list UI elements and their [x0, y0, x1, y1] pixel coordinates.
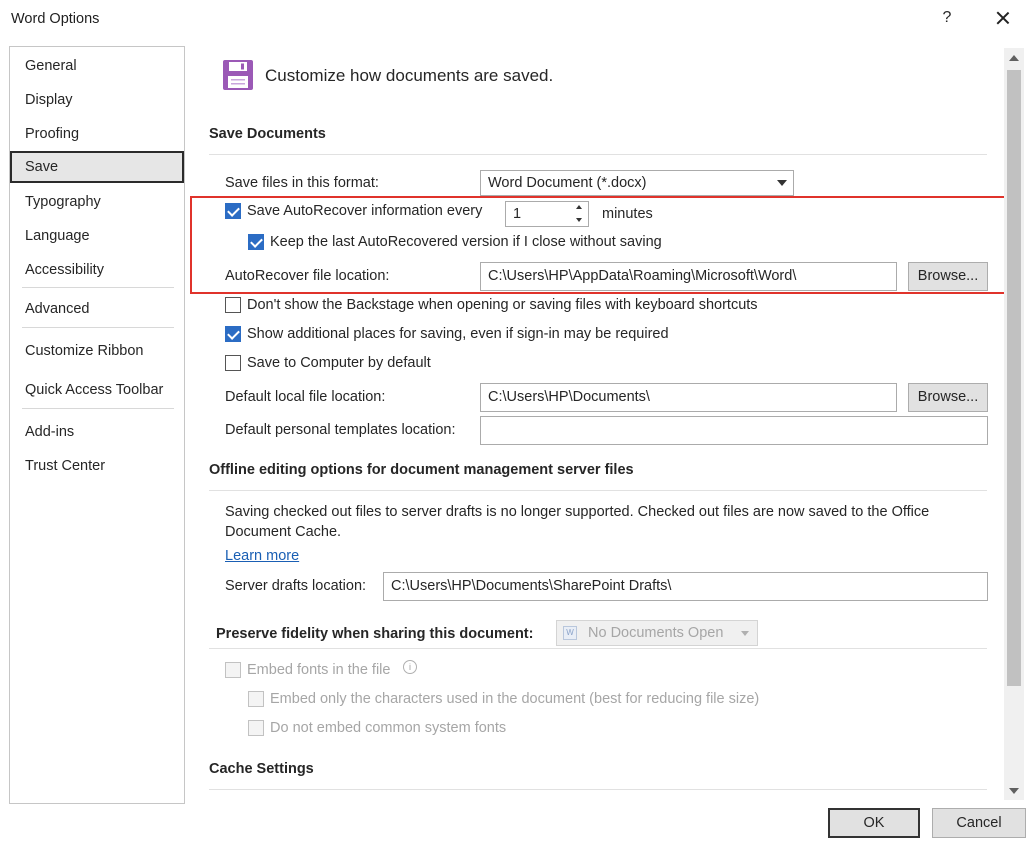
- section-title-save-documents: Save Documents: [209, 126, 326, 142]
- no-common-fonts-checkbox: [248, 720, 264, 736]
- section-title-cache-settings: Cache Settings: [209, 761, 314, 777]
- nav-item-accessibility[interactable]: Accessibility: [10, 254, 184, 286]
- embed-only-used-checkbox: [248, 691, 264, 707]
- fidelity-document-select: W No Documents Open: [556, 620, 758, 646]
- nav-item-quick-access-toolbar[interactable]: Quick Access Toolbar: [10, 374, 184, 406]
- window-title: Word Options: [11, 11, 100, 27]
- nav-divider: [22, 327, 174, 328]
- embed-only-used-label: Embed only the characters used in the do…: [270, 691, 760, 707]
- nav-item-add-ins[interactable]: Add-ins: [10, 416, 184, 448]
- format-label: Save files in this format:: [225, 175, 379, 191]
- default-templates-location-label: Default personal templates location:: [225, 422, 456, 438]
- nav-item-proofing[interactable]: Proofing: [10, 118, 184, 150]
- default-templates-location-input[interactable]: [480, 416, 988, 445]
- highlight-box: [190, 196, 1007, 294]
- default-local-location-label: Default local file location:: [225, 389, 386, 405]
- nav-item-display[interactable]: Display: [10, 84, 184, 116]
- nav-item-typography[interactable]: Typography: [10, 186, 184, 218]
- scroll-down-icon[interactable]: [1009, 788, 1019, 794]
- page-heading: Customize how documents are saved.: [265, 66, 554, 85]
- nav-item-language[interactable]: Language: [10, 220, 184, 252]
- section-divider: [209, 154, 987, 155]
- dont-show-backstage-label: Don't show the Backstage when opening or…: [247, 297, 758, 313]
- chevron-down-icon: [741, 631, 749, 636]
- section-divider: [209, 648, 987, 649]
- format-select-value: Word Document (*.docx): [488, 175, 647, 191]
- learn-more-link[interactable]: Learn more: [225, 548, 299, 564]
- offline-description-line2: Document Cache.: [225, 524, 342, 540]
- scrollbar-thumb[interactable]: [1007, 70, 1021, 686]
- embed-fonts-label: Embed fonts in the file: [247, 662, 391, 678]
- chevron-down-icon: [777, 180, 787, 186]
- word-document-icon: W: [563, 626, 577, 640]
- help-button[interactable]: ?: [940, 9, 954, 27]
- server-drafts-input[interactable]: C:\Users\HP\Documents\SharePoint Drafts\: [383, 572, 988, 601]
- dont-show-backstage-checkbox[interactable]: [225, 297, 241, 313]
- save-to-computer-label: Save to Computer by default: [247, 355, 431, 371]
- nav-item-customize-ribbon[interactable]: Customize Ribbon: [10, 335, 184, 367]
- scroll-up-icon[interactable]: [1009, 55, 1019, 61]
- nav-divider: [22, 408, 174, 409]
- default-local-browse-button[interactable]: Browse...: [908, 383, 988, 412]
- server-drafts-label: Server drafts location:: [225, 578, 367, 594]
- cancel-button[interactable]: Cancel: [932, 808, 1026, 838]
- nav-divider: [22, 287, 174, 288]
- no-common-fonts-label: Do not embed common system fonts: [270, 720, 507, 736]
- format-select[interactable]: Word Document (*.docx): [480, 170, 794, 196]
- embed-fonts-checkbox: [225, 662, 241, 678]
- options-nav: General Display Proofing Save Typography…: [9, 46, 185, 804]
- section-title-preserve-fidelity: Preserve fidelity when sharing this docu…: [216, 626, 534, 642]
- info-icon: i: [403, 660, 417, 674]
- ok-button[interactable]: OK: [828, 808, 920, 838]
- section-title-offline-editing: Offline editing options for document man…: [209, 462, 634, 478]
- show-additional-places-checkbox[interactable]: [225, 326, 241, 342]
- show-additional-places-label: Show additional places for saving, even …: [247, 326, 669, 342]
- nav-item-save[interactable]: Save: [10, 151, 184, 183]
- offline-description-line1: Saving checked out files to server draft…: [225, 504, 930, 520]
- save-to-computer-checkbox[interactable]: [225, 355, 241, 371]
- default-local-location-input[interactable]: C:\Users\HP\Documents\: [480, 383, 897, 412]
- section-divider: [209, 490, 987, 491]
- section-divider: [209, 789, 987, 790]
- save-floppy-icon: [222, 59, 254, 91]
- fidelity-document-select-value: No Documents Open: [588, 625, 724, 641]
- nav-item-trust-center[interactable]: Trust Center: [10, 450, 184, 482]
- close-icon[interactable]: [992, 7, 1014, 29]
- nav-item-advanced[interactable]: Advanced: [10, 293, 184, 325]
- nav-item-general[interactable]: General: [10, 50, 184, 82]
